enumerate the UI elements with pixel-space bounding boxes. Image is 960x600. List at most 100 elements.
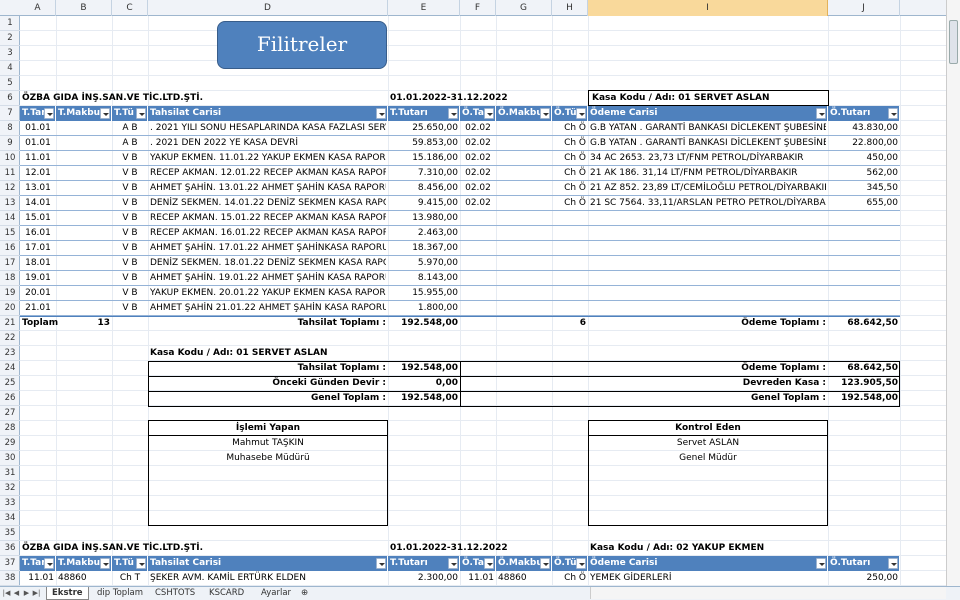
table-cell[interactable]: [830, 271, 898, 286]
table-cell[interactable]: G.B YATAN . GARANTİ BANKASI DİCLEKENT ŞU…: [590, 121, 826, 136]
column-header-H[interactable]: H: [552, 0, 588, 16]
table-cell[interactable]: . 2021 DEN 2022 YE KASA DEVRİ: [150, 136, 386, 151]
filter-dropdown-icon[interactable]: [376, 558, 386, 569]
table2-header-1[interactable]: T.Makbuz: [56, 556, 112, 571]
row-header-3[interactable]: 3: [0, 46, 20, 61]
table-cell[interactable]: [590, 271, 826, 286]
sheet-tab-4[interactable]: Ayarlar: [256, 587, 296, 600]
table2-cell[interactable]: Ch T: [114, 571, 146, 586]
row-header-1[interactable]: 1: [0, 16, 20, 31]
table-cell[interactable]: 11.01: [22, 151, 54, 166]
table-cell[interactable]: 8.456,00: [390, 181, 458, 196]
table1-header-3[interactable]: Tahsilat Carisi: [148, 106, 388, 121]
table-cell[interactable]: [462, 256, 494, 271]
table1-header-6[interactable]: Ö.Makbuz: [496, 106, 552, 121]
table-cell[interactable]: 02.02: [462, 166, 494, 181]
table-cell[interactable]: AHMET ŞAHİN 21.01.22 AHMET ŞAHİN KASA RA…: [150, 301, 386, 316]
row-header-5[interactable]: 5: [0, 76, 20, 91]
table2-header-9[interactable]: Ö.Tutarı: [828, 556, 900, 571]
table-cell[interactable]: [58, 256, 110, 271]
table-cell[interactable]: V B: [114, 241, 146, 256]
table-cell[interactable]: [498, 241, 550, 256]
table-cell[interactable]: 13.980,00: [390, 211, 458, 226]
table-cell[interactable]: 18.01: [22, 256, 54, 271]
table-cell[interactable]: [554, 256, 586, 271]
table-cell[interactable]: 17.01: [22, 241, 54, 256]
table-cell[interactable]: 15.01: [22, 211, 54, 226]
column-header-D[interactable]: D: [148, 0, 388, 16]
vertical-scroll-thumb[interactable]: [949, 20, 958, 64]
table-cell[interactable]: [462, 301, 494, 316]
table-cell[interactable]: [58, 211, 110, 226]
filter-dropdown-icon[interactable]: [888, 108, 898, 119]
table-cell[interactable]: [58, 121, 110, 136]
table-cell[interactable]: [498, 136, 550, 151]
row-header-10[interactable]: 10: [0, 151, 20, 166]
table-cell[interactable]: 02.02: [462, 151, 494, 166]
table1-header-0[interactable]: T.Tari: [20, 106, 56, 121]
table-cell[interactable]: 20.01: [22, 286, 54, 301]
table-cell[interactable]: 14.01: [22, 196, 54, 211]
table-cell[interactable]: 01.01: [22, 136, 54, 151]
table-cell[interactable]: DENİZ SEKMEN. 14.01.22 DENİZ SEKMEN KASA…: [150, 196, 386, 211]
filter-dropdown-icon[interactable]: [816, 108, 826, 119]
row-header-17[interactable]: 17: [0, 256, 20, 271]
table-cell[interactable]: 450,00: [830, 151, 899, 166]
next-sheet-icon[interactable]: ▶: [22, 588, 31, 598]
column-header-A[interactable]: A: [20, 0, 56, 16]
row-header-26[interactable]: 26: [0, 391, 20, 406]
table-cell[interactable]: 12.01: [22, 166, 54, 181]
table-cell[interactable]: RECEP AKMAN. 16.01.22 RECEP AKMAN KASA R…: [150, 226, 386, 241]
table-cell[interactable]: Ch Ö: [554, 196, 586, 211]
table1-header-5[interactable]: Ö.Ta: [460, 106, 496, 121]
table2-header-7[interactable]: Ö.Tü: [552, 556, 588, 571]
table-cell[interactable]: [462, 241, 494, 256]
table-cell[interactable]: 02.02: [462, 136, 494, 151]
column-header-C[interactable]: C: [112, 0, 148, 16]
table-cell[interactable]: V B: [114, 271, 146, 286]
table-cell[interactable]: [58, 166, 110, 181]
column-header-E[interactable]: E: [388, 0, 460, 16]
table-cell[interactable]: [554, 241, 586, 256]
table-cell[interactable]: [58, 271, 110, 286]
table-cell[interactable]: A B: [114, 121, 146, 136]
table-cell[interactable]: A B: [114, 136, 146, 151]
table2-cell[interactable]: 48860: [498, 571, 550, 586]
column-header-F[interactable]: F: [460, 0, 496, 16]
prev-sheet-icon[interactable]: ◀: [12, 588, 21, 598]
table-cell[interactable]: Ch Ö: [554, 136, 586, 151]
table-cell[interactable]: [830, 226, 898, 241]
table-cell[interactable]: 9.415,00: [390, 196, 458, 211]
table-cell[interactable]: [58, 136, 110, 151]
table2-cell[interactable]: Ch Ö: [554, 571, 586, 586]
row-header-34[interactable]: 34: [0, 511, 20, 526]
row-header-23[interactable]: 23: [0, 346, 20, 361]
row-header-11[interactable]: 11: [0, 166, 20, 181]
table1-header-4[interactable]: T.Tutarı: [388, 106, 460, 121]
table-cell[interactable]: V B: [114, 196, 146, 211]
table-cell[interactable]: 59.853,00: [390, 136, 458, 151]
column-header-G[interactable]: G: [496, 0, 552, 16]
table-cell[interactable]: AHMET ŞAHİN. 17.01.22 AHMET ŞAHİNKASA RA…: [150, 241, 386, 256]
table2-cell[interactable]: 2.300,00: [390, 571, 458, 586]
table2-header-8[interactable]: Ödeme Carisi: [588, 556, 828, 571]
row-header-20[interactable]: 20: [0, 301, 20, 316]
table-cell[interactable]: 22.800,00: [830, 136, 898, 151]
row-header-37[interactable]: 37: [0, 556, 20, 571]
table-cell[interactable]: [58, 151, 110, 166]
table-cell[interactable]: V B: [114, 166, 146, 181]
filter-dropdown-icon[interactable]: [448, 558, 458, 569]
row-header-4[interactable]: 4: [0, 61, 20, 76]
row-header-15[interactable]: 15: [0, 226, 20, 241]
table-cell[interactable]: Ch Ö: [554, 151, 586, 166]
table-cell[interactable]: YAKUP EKMEN. 20.01.22 YAKUP EKMEN KASA R…: [150, 286, 386, 301]
table1-header-1[interactable]: T.Makbuz: [56, 106, 112, 121]
table-cell[interactable]: [462, 271, 494, 286]
filter-dropdown-icon[interactable]: [136, 108, 146, 119]
table-cell[interactable]: Ch Ö: [554, 181, 586, 196]
table-cell[interactable]: G.B YATAN . GARANTİ BANKASI DİCLEKENT ŞU…: [590, 136, 826, 151]
vertical-scrollbar[interactable]: [946, 0, 960, 586]
table-cell[interactable]: [830, 301, 898, 316]
table-cell[interactable]: [58, 181, 110, 196]
table-cell[interactable]: [462, 226, 494, 241]
